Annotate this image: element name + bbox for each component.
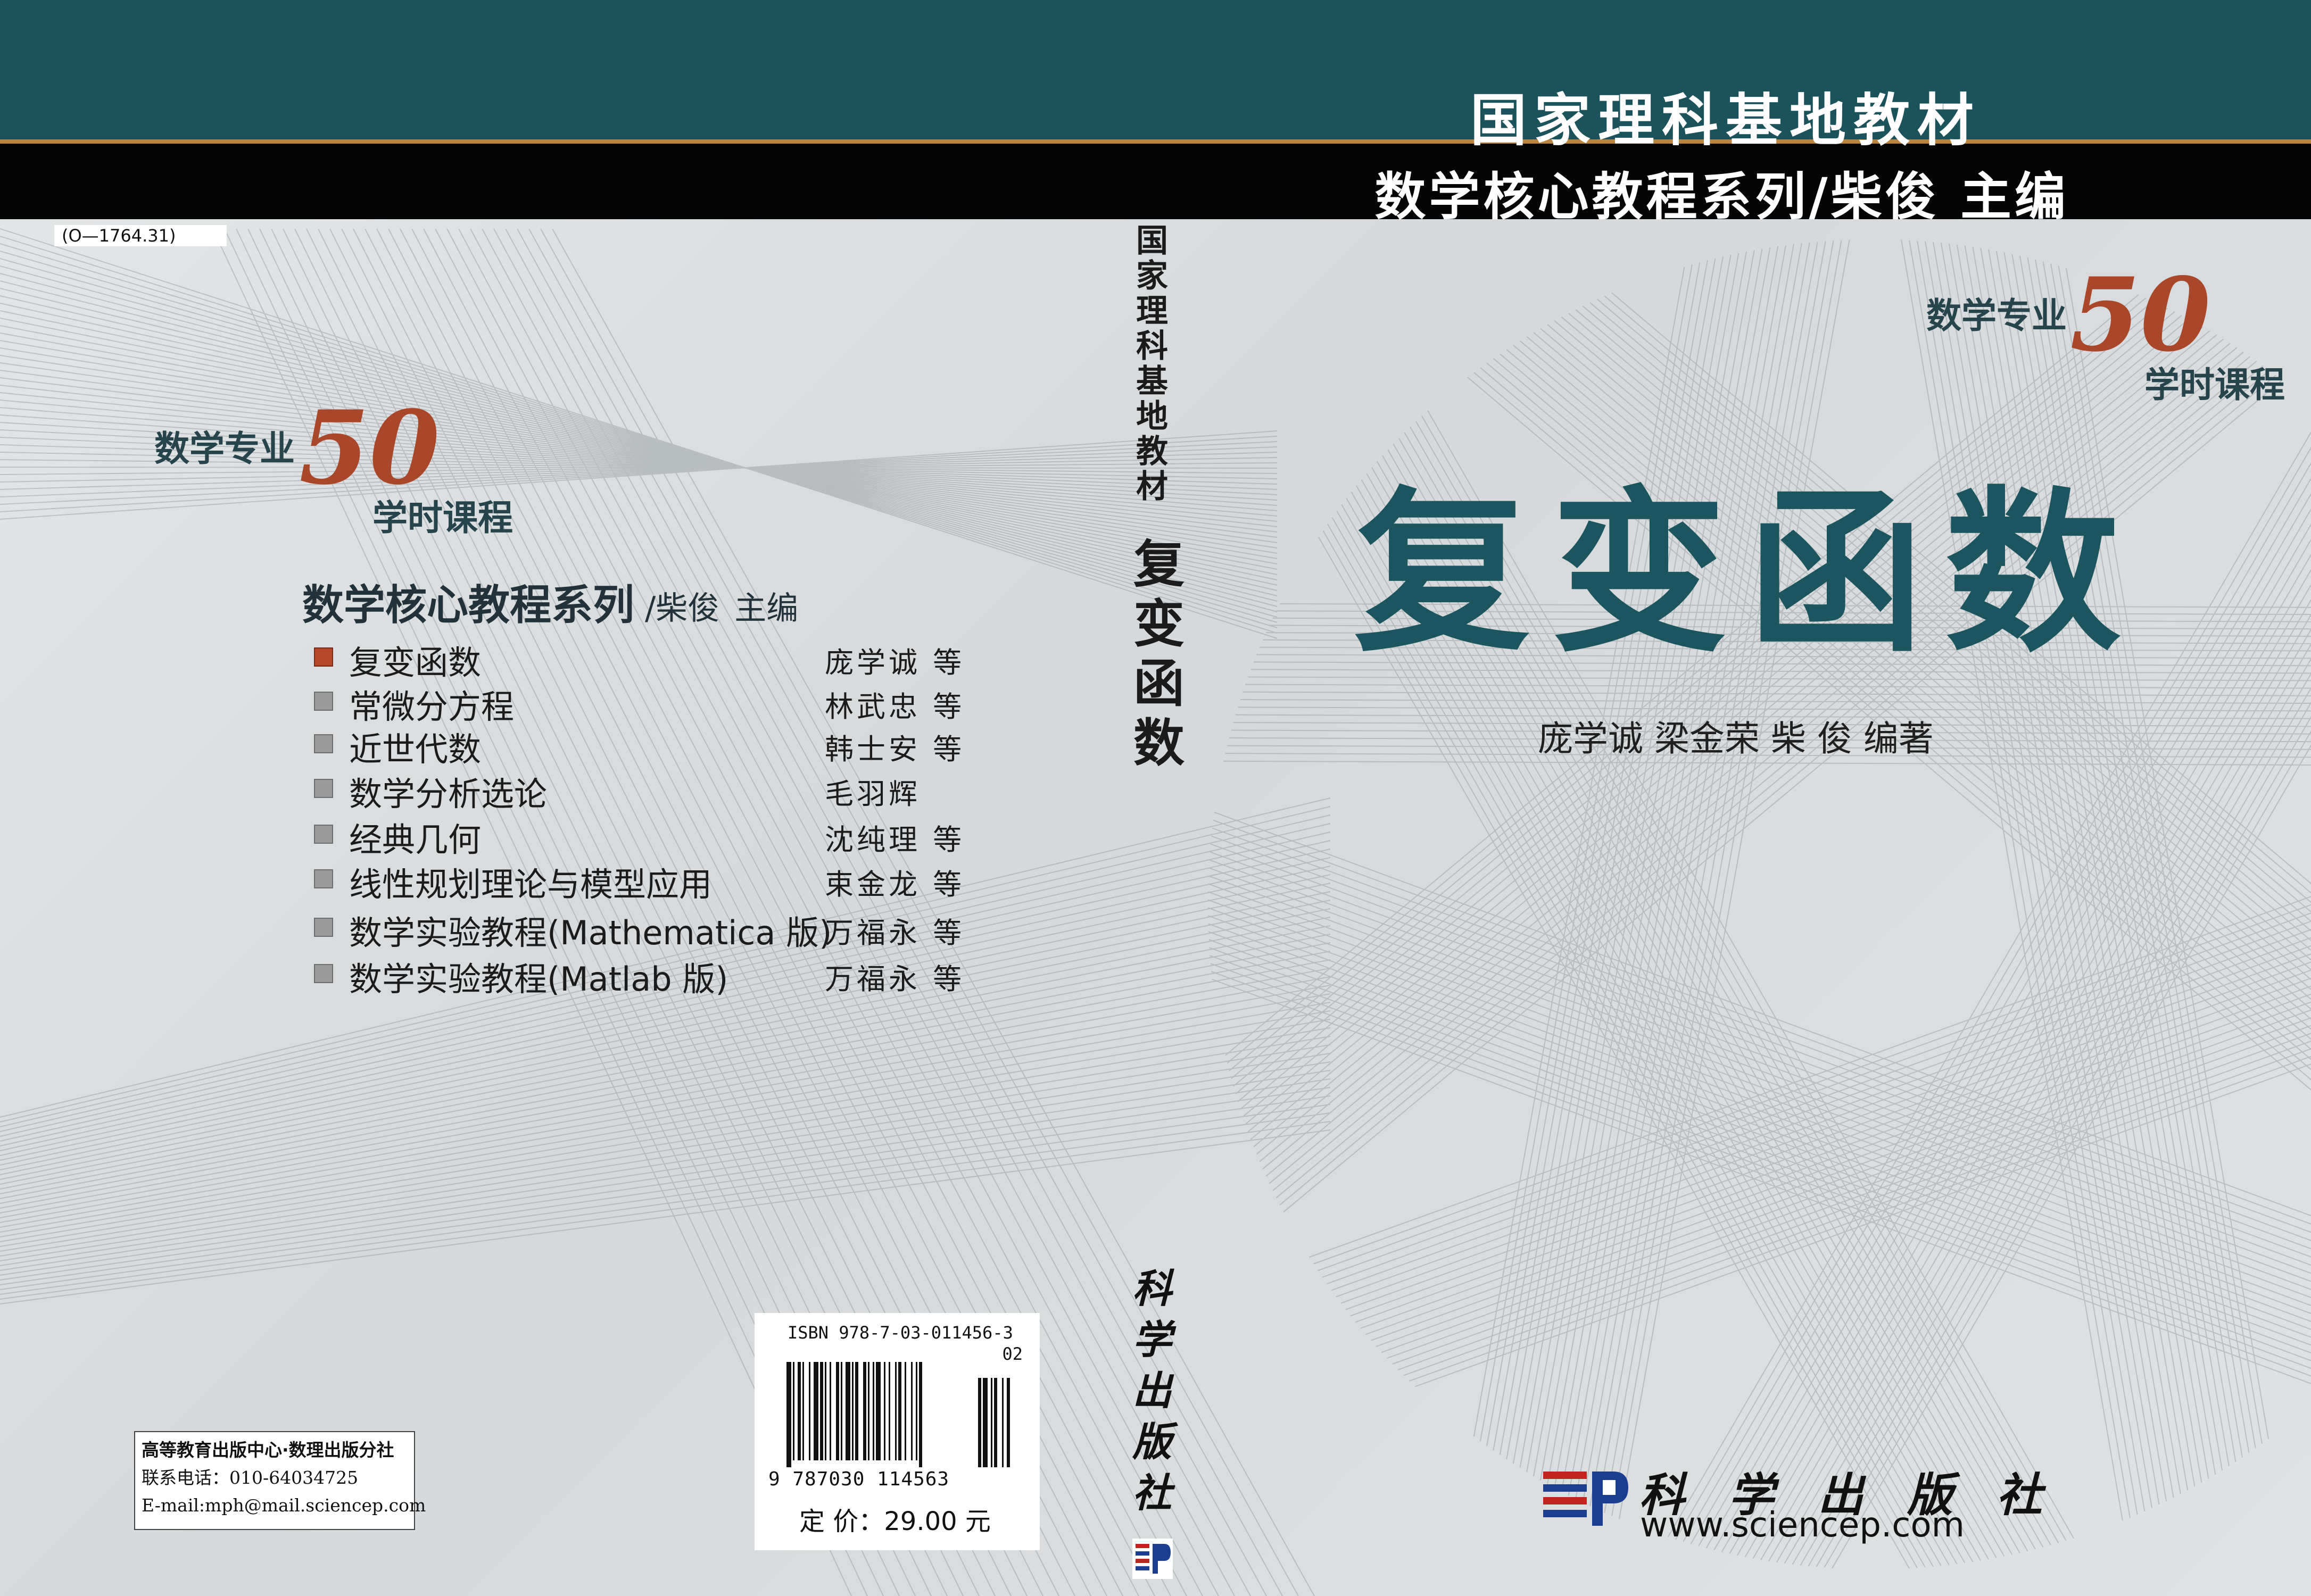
spine-character: 基 [1136, 363, 1168, 400]
series-role: 主编 [734, 590, 799, 627]
series-title: 数学核心教程系列 [302, 581, 635, 629]
spine-character: 函 [1133, 654, 1185, 713]
bullet-icon [314, 825, 333, 844]
header-title: 国家理科基地教材 [1470, 88, 1981, 153]
isbn-supplement: 02 [1002, 1344, 1023, 1364]
spine-character: 复 [1133, 535, 1185, 594]
spine-character: 数 [1133, 713, 1185, 773]
spine-character: 学 [1132, 1317, 1172, 1363]
book-list-title: 数学分析选论 [349, 775, 548, 813]
badge-bottom-text: 学时课程 [2144, 364, 2285, 405]
book-list-title: 数学实验教程(Mathematica 版) [349, 913, 832, 952]
book-list-item: 线性规划理论与模型应用 束金龙 等 [314, 858, 1006, 904]
badge-bottom-text: 学时课程 [372, 497, 513, 538]
bullet-icon [314, 734, 333, 753]
spine-character: 材 [1136, 468, 1168, 505]
book-list-title: 经典几何 [349, 820, 482, 859]
contact-email: E-mail:mph@mail.sciencep.com [142, 1495, 426, 1516]
book-list-item: 常微分方程 林武忠 等 [314, 680, 1006, 726]
contact-box: 高等教育出版中心·数理出版分社 联系电话：010-64034725 E-mail… [134, 1431, 426, 1530]
isbn-text: ISBN 978-7-03-011456-3 [788, 1323, 1013, 1343]
book-list-item: 经典几何 沈纯理 等 [314, 813, 1006, 859]
series-editor: /柴俊 [645, 590, 720, 627]
book-list-title: 数学实验教程(Matlab 版) [349, 960, 728, 999]
book-title: 复变函数 [1354, 471, 2142, 676]
bullet-icon [314, 692, 333, 711]
book-list-item: 数学分析选论 毛羽辉 [314, 767, 1006, 813]
book-list-title: 线性规划理论与模型应用 [349, 865, 713, 904]
book-list-author: 庞学诚 等 [825, 646, 965, 679]
spine-character: 变 [1133, 594, 1185, 654]
spine-character: 版 [1132, 1419, 1172, 1465]
spine-character: 理 [1136, 293, 1168, 330]
bullet-icon [314, 869, 333, 888]
bullet-icon [314, 779, 333, 798]
book-list-item: 数学实验教程(Mathematica 版) 万福永 等 [314, 906, 1006, 952]
publisher-logo-icon [1543, 1472, 1628, 1526]
bullet-icon [314, 918, 333, 937]
book-list-author: 毛羽辉 [825, 777, 921, 811]
book-list-title: 常微分方程 [349, 687, 515, 726]
back-series-heading: 数学核心教程系列/柴俊 主编 [302, 572, 798, 631]
contact-phone: 联系电话：010-64034725 [142, 1467, 359, 1488]
spine-character: 科 [1132, 1266, 1172, 1312]
publisher-url: www.sciencep.com [1640, 1506, 1965, 1545]
book-list-title: 近世代数 [349, 730, 482, 769]
spine-title: 复变函数 [1133, 535, 1185, 773]
book-list-author: 韩士安 等 [825, 733, 965, 766]
book-list-author: 林武忠 等 [825, 690, 965, 724]
book-list-author: 万福永 等 [825, 962, 965, 996]
spine-character: 社 [1132, 1470, 1172, 1516]
contact-department: 高等教育出版中心·数理出版分社 [142, 1440, 394, 1460]
book-authors: 庞学诚 梁金荣 柴 俊 编著 [1538, 718, 1934, 759]
badge-top-text: 数学专业 [1926, 295, 2067, 336]
book-cover: 国家理科基地教材 数学核心教程系列/柴俊 主编 (O—1764.31) 数学专业… [0, 0, 2311, 1596]
price: 定 价：29.00 元 [799, 1507, 991, 1536]
badge-top-text: 数学专业 [154, 428, 295, 469]
book-list-title: 复变函数 [349, 643, 482, 682]
isbn-digits: 9 787030 114563 [768, 1468, 950, 1490]
spine-character: 科 [1136, 328, 1168, 365]
book-list-author: 束金龙 等 [825, 868, 965, 901]
book-list-author: 沈纯理 等 [825, 823, 965, 857]
bullet-icon [314, 647, 333, 667]
spine-publisher: 科学出版社 [1129, 1264, 1175, 1519]
book-list-item: 数学实验教程(Matlab 版) 万福永 等 [314, 952, 1006, 999]
spine-series: 国家理科基地教材 [1133, 223, 1171, 504]
publisher-logo-icon [1132, 1539, 1173, 1579]
spine-character: 出 [1132, 1368, 1172, 1414]
header-series-line: 数学核心教程系列/柴俊 主编 [1374, 167, 2069, 227]
spine-character: 地 [1136, 398, 1168, 435]
bullet-icon [314, 964, 333, 983]
book-list-item: 近世代数 韩士安 等 [314, 722, 1006, 769]
book-list-author: 万福永 等 [825, 916, 965, 950]
catalog-code: (O—1764.31) [54, 225, 227, 246]
spine-character: 家 [1136, 257, 1168, 295]
barcode-icon [786, 1362, 1010, 1467]
spine-character: 国 [1136, 222, 1168, 260]
isbn-box: ISBN 978-7-03-011456-3 02 9 787030 11456… [755, 1313, 1040, 1550]
book-list-item: 复变函数 庞学诚 等 [314, 636, 1006, 682]
spine-character: 教 [1136, 433, 1168, 470]
